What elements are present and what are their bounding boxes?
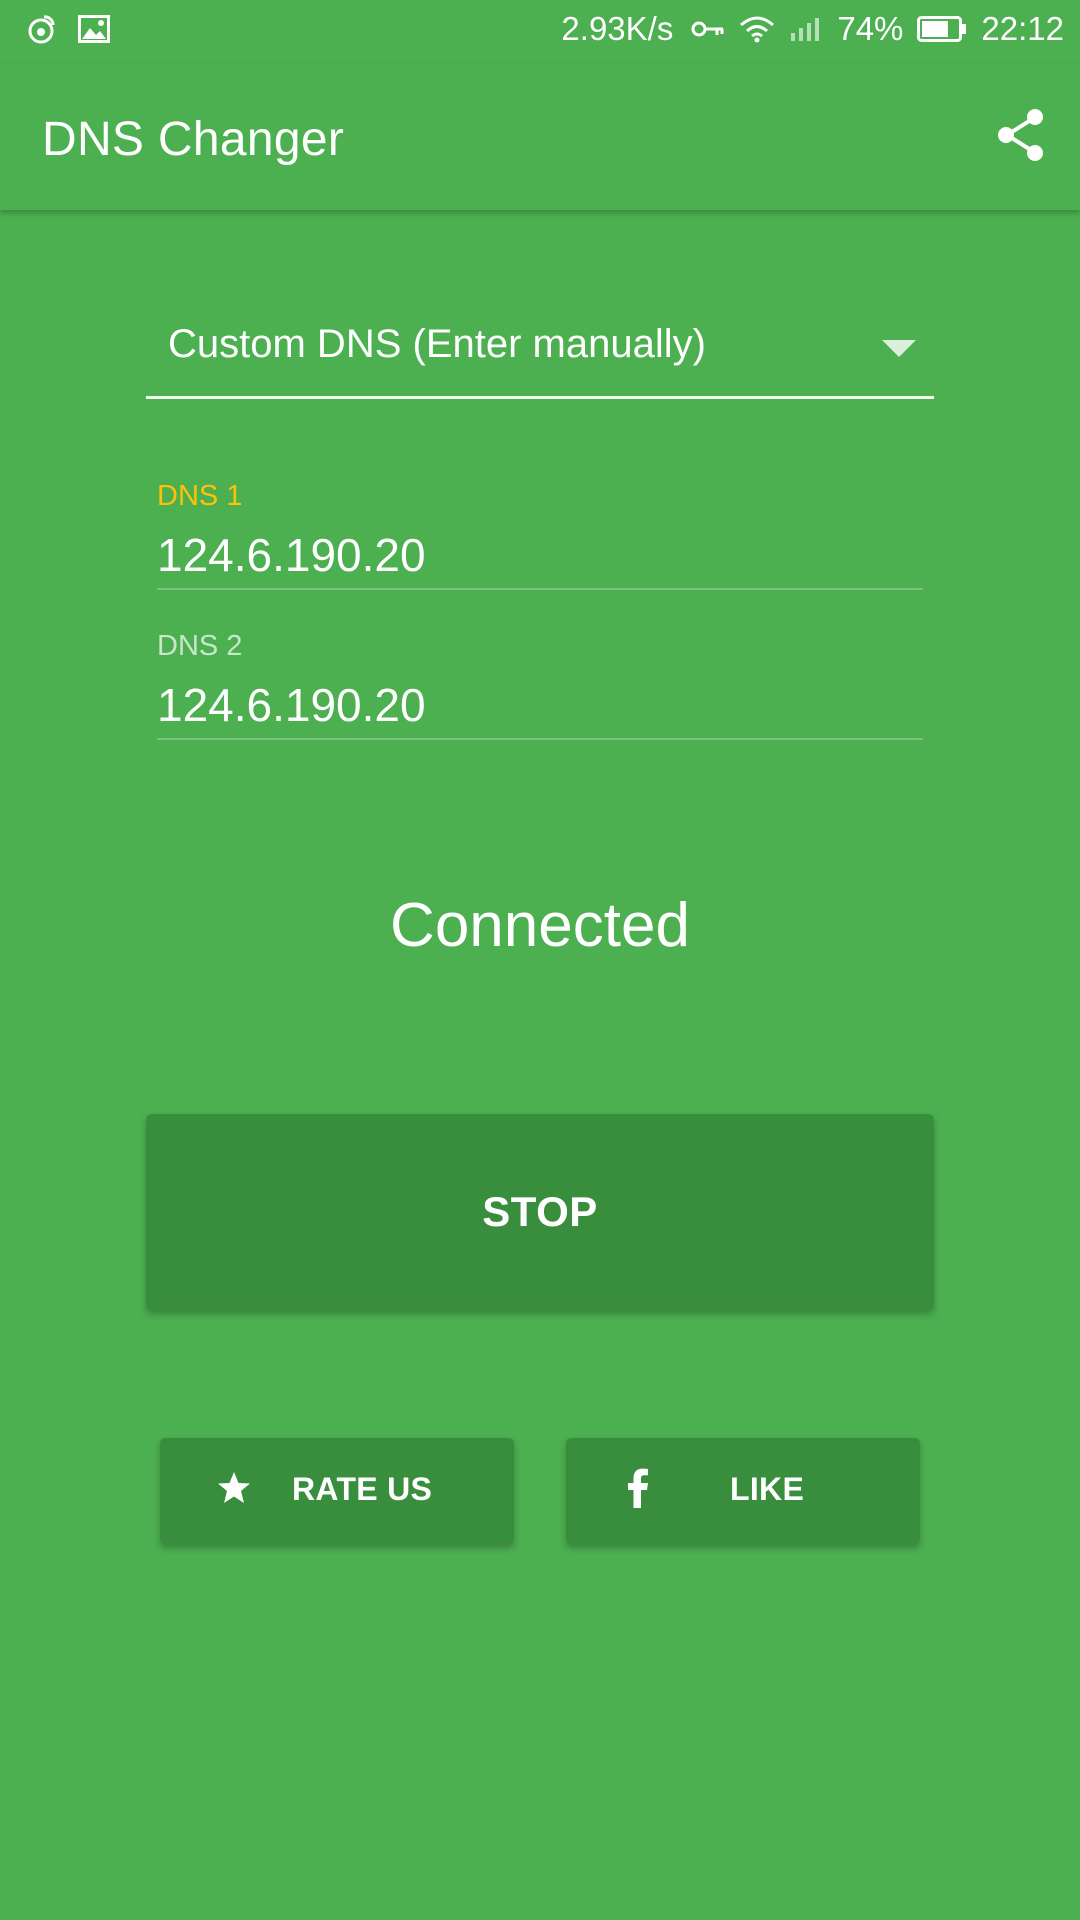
vpn-key-icon [691,21,724,37]
app-title: DNS Changer [42,113,345,166]
connection-status: Connected [390,891,690,960]
share-button[interactable] [992,106,1050,164]
dns-provider-dropdown[interactable]: Custom DNS (Enter manually) [146,310,934,399]
dns2-field: DNS 2 [157,630,923,740]
stop-button[interactable]: STOP [146,1114,934,1310]
status-left-icons [26,14,110,44]
clock: 22:12 [981,10,1064,47]
rate-us-label: RATE US [292,1471,433,1507]
dns1-field: DNS 1 [157,480,923,590]
dns2-input[interactable] [157,678,923,732]
dns2-underline [157,738,923,740]
weibo-icon [28,15,55,44]
gallery-icon [78,15,110,43]
dns-provider-selected: Custom DNS (Enter manually) [168,322,706,366]
network-speed: 2.93K/s [561,10,674,47]
battery-icon [917,16,967,42]
signal-icon [791,18,820,41]
dropdown-arrow-icon [882,340,916,357]
like-label: LIKE [730,1471,805,1507]
star-icon [218,1472,250,1503]
stop-button-label: STOP [482,1188,598,1235]
dns1-underline [157,588,923,590]
like-button[interactable]: LIKE [566,1438,920,1544]
rate-us-button[interactable]: RATE US [160,1438,514,1544]
battery-percent: 74% [837,10,904,47]
wifi-icon [740,16,775,43]
dns1-input[interactable] [157,528,923,582]
facebook-icon [628,1468,648,1508]
dns2-label: DNS 2 [157,630,243,662]
share-icon [998,109,1043,161]
app-bar: DNS Changer [0,64,1080,210]
status-right-area: 2.93K/s 74% 22:12 [561,10,1064,48]
dns1-label: DNS 1 [157,480,243,512]
status-bar: 2.93K/s 74% 22:12 [0,0,1080,64]
